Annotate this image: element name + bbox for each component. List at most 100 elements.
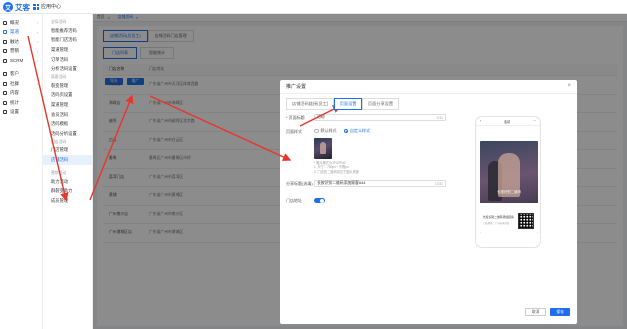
chevron-right-icon: › [37, 48, 39, 54]
close-icon[interactable]: × [567, 83, 571, 89]
app-grid-icon [33, 3, 39, 10]
subnav-item[interactable]: 智能推荐活码 [43, 26, 92, 36]
nav-group-title: 全局活码 [51, 20, 67, 24]
modal-title: 推广设置 [286, 84, 307, 90]
subnav-item[interactable]: 群裂变助力 [43, 186, 92, 196]
nav-group-title: 获客活码 [51, 74, 67, 79]
page-settings-form: * 页面标题 活动 2/32 页面样式 默认样式 自定义样式 * 图片格式为JP… [286, 114, 446, 204]
group-icon [3, 81, 7, 86]
back-icon: ‹ [480, 119, 482, 123]
save-button[interactable]: 保存 [550, 308, 570, 316]
tab-store-code-link[interactable]: 店铺活码链接(员工) [286, 98, 335, 110]
nav-item-group[interactable]: 社群 › [0, 79, 42, 89]
cancel-button[interactable]: 取消 [524, 308, 547, 316]
nav-group-title: 门店活码 [51, 139, 67, 144]
top-bar: 艾 艾客 应用中心 [0, 0, 627, 14]
app-center-label: 应用中心 [41, 4, 62, 10]
tab-page-settings[interactable]: 页面设置 [333, 98, 363, 110]
settings-icon [3, 110, 7, 115]
poster-text: 长按识别二维码添加顾客 [483, 215, 514, 219]
nav-label: 内容 [10, 90, 19, 96]
preview-title: 活动 [503, 119, 511, 124]
share-title-row: 分享标题(选填) 长按识别二维码添加顾客A44 13/32 [286, 180, 446, 188]
nav-label: 客户 [10, 71, 19, 77]
radio-label: 自定义样式 [350, 128, 370, 133]
share-title-input[interactable]: 长按识别二维码添加顾客A44 13/32 [314, 180, 446, 188]
subnav-item[interactable]: 分析活码设置 [43, 64, 92, 74]
nav-item-scrm[interactable]: SCRM › [0, 56, 42, 66]
chevron-right-icon: › [37, 20, 39, 26]
modal-tabs: 店铺活码链接(员工) 页面设置 页面分享设置 [280, 94, 577, 110]
radio-dot [343, 128, 348, 134]
subnav-item[interactable]: 渠道管理 [43, 45, 92, 55]
page-title-label: * 页面标题 [286, 115, 305, 120]
logo-text: 艾客 [15, 2, 30, 12]
page-title-value: 活动 [317, 115, 325, 119]
primary-sidebar: 概况 › 渠道 › 触达 › 营销 › SCRM › 客户 › 社群 › 内容 统计 设置 [0, 14, 43, 329]
page-style-row: 页面样式 默认样式 自定义样式 [286, 128, 446, 135]
nav-item-channel[interactable]: 渠道 › [0, 28, 42, 38]
promotion-settings-modal: 推广设置 × 店铺活码链接(员工) 页面设置 页面分享设置 * 页面标题 活动 … [280, 80, 577, 324]
chevron-right-icon: › [37, 29, 39, 35]
scrm-icon [3, 58, 7, 63]
nav-label: 设置 [10, 109, 19, 115]
tab-share-settings[interactable]: 页面分享设置 [361, 98, 400, 110]
nav-label: 统计 [10, 99, 19, 105]
subnav-item-store-code[interactable]: 店铺活码 [43, 155, 92, 165]
preview-poster: 长按识别二维码 长按识别二维码添加顾客 门店地址：广州市天河区 [480, 141, 538, 233]
subnav-item[interactable]: 裂变管理 [43, 81, 92, 91]
radio-label: 默认样式 [320, 128, 337, 133]
nav-label: 概况 [10, 19, 19, 25]
more-icon: ··· [532, 119, 536, 123]
subnav-item-store-manage[interactable]: 门店管理 [43, 146, 92, 156]
modal-header: 推广设置 × [280, 80, 577, 94]
cover-image-thumbnail[interactable] [314, 138, 332, 159]
subnav-item[interactable]: 会员活码 [43, 110, 92, 120]
secondary-sidebar: 全局活码 智能推荐活码 智能门店活码 渠道管理 订单活码 分析活码设置 获客活码… [43, 14, 93, 329]
chevron-right-icon: › [37, 39, 39, 45]
subnav-item[interactable]: 订单活码 [43, 55, 92, 65]
chevron-right-icon: › [37, 81, 39, 87]
hint-line: 2. 门店的二维码将位于图片底部 [314, 169, 359, 174]
modal-footer: 取消 保存 [524, 308, 570, 316]
nav-item-overview[interactable]: 概况 › [0, 18, 42, 28]
nav-label: 社群 [10, 80, 19, 86]
chevron-right-icon: › [37, 58, 39, 64]
customer-icon [3, 72, 7, 77]
subnav-item[interactable]: 活码分析设置 [43, 129, 92, 139]
nav-label: SCRM [10, 58, 24, 64]
char-count: 13/32 [434, 181, 443, 186]
qr-code-icon [518, 213, 534, 229]
radio-default-style[interactable]: 默认样式 [314, 128, 337, 134]
subnav-item[interactable]: 渠道管理 [43, 100, 92, 110]
home-icon [3, 20, 7, 25]
nav-label: 营销 [10, 48, 19, 54]
app-center-link[interactable]: 应用中心 [33, 3, 61, 10]
subnav-item[interactable]: 成员管理 [43, 196, 92, 206]
nav-item-customer[interactable]: 客户 › [0, 70, 42, 80]
nav-item-stats[interactable]: 统计 [0, 98, 42, 108]
page-title-row: * 页面标题 活动 2/32 [286, 114, 446, 121]
upload-hint: * 图片格式为JPG/PNG 1. 尺寸：750px * 不限px 2. 门店的… [314, 161, 446, 174]
subnav-item[interactable]: 活码页设置 [43, 91, 92, 101]
radio-custom-style[interactable]: 自定义样式 [343, 128, 370, 134]
poster-subtext: 门店地址：广州市天河区 [483, 222, 510, 225]
reach-icon [3, 39, 7, 44]
preview-header: ‹ 活动 ··· [476, 117, 540, 126]
share-title-label: 分享标题(选填) [286, 181, 313, 187]
subnav-item[interactable]: 助力活动 [43, 177, 92, 187]
nav-item-content[interactable]: 内容 [0, 89, 42, 99]
nav-item-settings[interactable]: 设置 [0, 108, 42, 118]
nav-label: 触达 [10, 38, 19, 44]
subnav-item[interactable]: 智能门店活码 [43, 36, 92, 46]
page-title-input[interactable]: 活动 2/32 [314, 114, 446, 121]
store-address-toggle[interactable] [314, 197, 325, 204]
nav-item-reach[interactable]: 触达 › [0, 37, 42, 47]
subnav-item[interactable]: 活码模板 [43, 119, 92, 129]
nav-item-marketing[interactable]: 营销 › [0, 47, 42, 57]
cover-upload[interactable] [314, 138, 446, 159]
store-address-row: 门店地址 [286, 197, 446, 204]
app-logo[interactable]: 艾 艾客 [3, 2, 30, 12]
poster-caption: 长按识别二维码 [497, 190, 521, 194]
chevron-right-icon: › [37, 71, 39, 77]
